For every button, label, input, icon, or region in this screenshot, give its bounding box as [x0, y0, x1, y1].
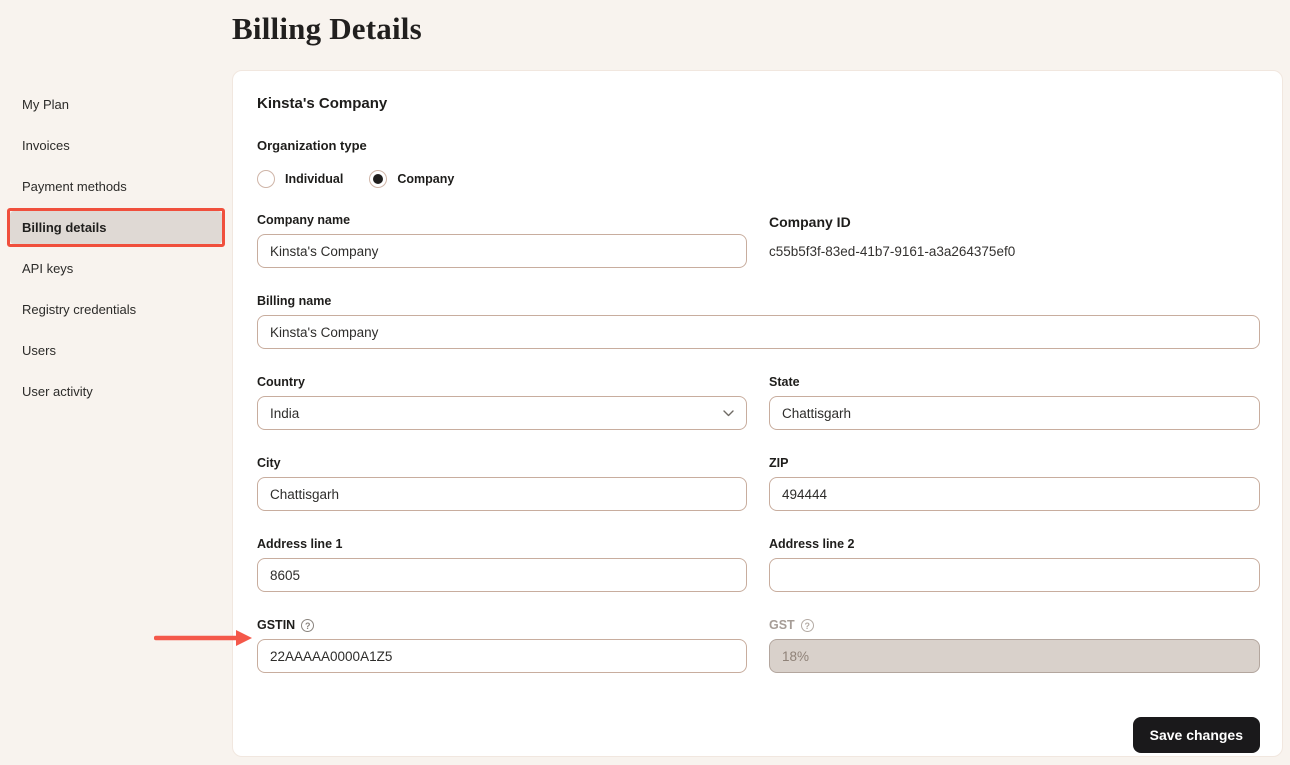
- address-line-2-label: Address line 2: [769, 537, 854, 551]
- radio-company[interactable]: Company: [369, 170, 454, 188]
- help-icon[interactable]: ?: [301, 619, 314, 632]
- sidebar-item-api-keys[interactable]: API keys: [10, 252, 222, 285]
- address-line-2-input[interactable]: [769, 558, 1260, 592]
- sidebar-item-label: Billing details: [22, 220, 107, 235]
- field-gstin: GSTIN ?: [257, 617, 747, 673]
- sidebar-item-payment-methods[interactable]: Payment methods: [10, 170, 222, 203]
- country-selected-value: India: [270, 406, 299, 421]
- radio-company-label: Company: [397, 172, 454, 186]
- sidebar: My Plan Invoices Payment methods Billing…: [0, 88, 232, 416]
- sidebar-item-billing-details[interactable]: Billing details: [10, 211, 222, 244]
- gstin-label: GSTIN: [257, 618, 295, 632]
- country-label: Country: [257, 375, 305, 389]
- company-id-block: Company ID c55b5f3f-83ed-41b7-9161-a3a26…: [769, 212, 1260, 268]
- organization-type-label: Organization type: [257, 138, 1258, 153]
- field-address-line-1: Address line 1: [257, 536, 747, 592]
- address-line-1-label: Address line 1: [257, 537, 342, 551]
- radio-unchecked-icon: [257, 170, 275, 188]
- gst-label: GST: [769, 618, 795, 632]
- state-label: State: [769, 375, 800, 389]
- billing-form: Company name Company ID c55b5f3f-83ed-41…: [257, 212, 1260, 753]
- radio-checked-icon: [369, 170, 387, 188]
- field-company-name: Company name: [257, 212, 747, 268]
- company-id-value: c55b5f3f-83ed-41b7-9161-a3a264375ef0: [769, 244, 1260, 259]
- save-changes-button[interactable]: Save changes: [1133, 717, 1260, 753]
- zip-label: ZIP: [769, 456, 788, 470]
- help-icon[interactable]: ?: [801, 619, 814, 632]
- annotation-arrow-icon: [154, 628, 254, 653]
- radio-individual[interactable]: Individual: [257, 170, 343, 188]
- billing-name-input[interactable]: [257, 315, 1260, 349]
- sidebar-item-user-activity[interactable]: User activity: [10, 375, 222, 408]
- city-input[interactable]: [257, 477, 747, 511]
- field-country: Country India: [257, 374, 747, 430]
- company-id-label: Company ID: [769, 214, 1260, 230]
- address-line-1-input[interactable]: [257, 558, 747, 592]
- field-zip: ZIP: [769, 455, 1260, 511]
- company-name-label: Company name: [257, 213, 350, 227]
- field-city: City: [257, 455, 747, 511]
- chevron-down-icon: [723, 410, 734, 417]
- sidebar-item-registry-credentials[interactable]: Registry credentials: [10, 293, 222, 326]
- field-state: State: [769, 374, 1260, 430]
- state-input[interactable]: [769, 396, 1260, 430]
- page-title: Billing Details: [232, 11, 422, 47]
- billing-details-card: Kinsta's Company Organization type Indiv…: [232, 70, 1283, 757]
- country-select[interactable]: India: [257, 396, 747, 430]
- gstin-input[interactable]: [257, 639, 747, 673]
- field-billing-name: Billing name: [257, 293, 1260, 349]
- city-label: City: [257, 456, 281, 470]
- zip-input[interactable]: [769, 477, 1260, 511]
- sidebar-item-users[interactable]: Users: [10, 334, 222, 367]
- radio-individual-label: Individual: [285, 172, 343, 186]
- field-address-line-2: Address line 2: [769, 536, 1260, 592]
- billing-name-label: Billing name: [257, 294, 331, 308]
- organization-type-radios: Individual Company: [257, 170, 1258, 188]
- sidebar-item-invoices[interactable]: Invoices: [10, 129, 222, 162]
- field-gst: GST ?: [769, 617, 1260, 673]
- company-name-input[interactable]: [257, 234, 747, 268]
- sidebar-item-my-plan[interactable]: My Plan: [10, 88, 222, 121]
- company-heading: Kinsta's Company: [257, 95, 1258, 112]
- gst-input: [769, 639, 1260, 673]
